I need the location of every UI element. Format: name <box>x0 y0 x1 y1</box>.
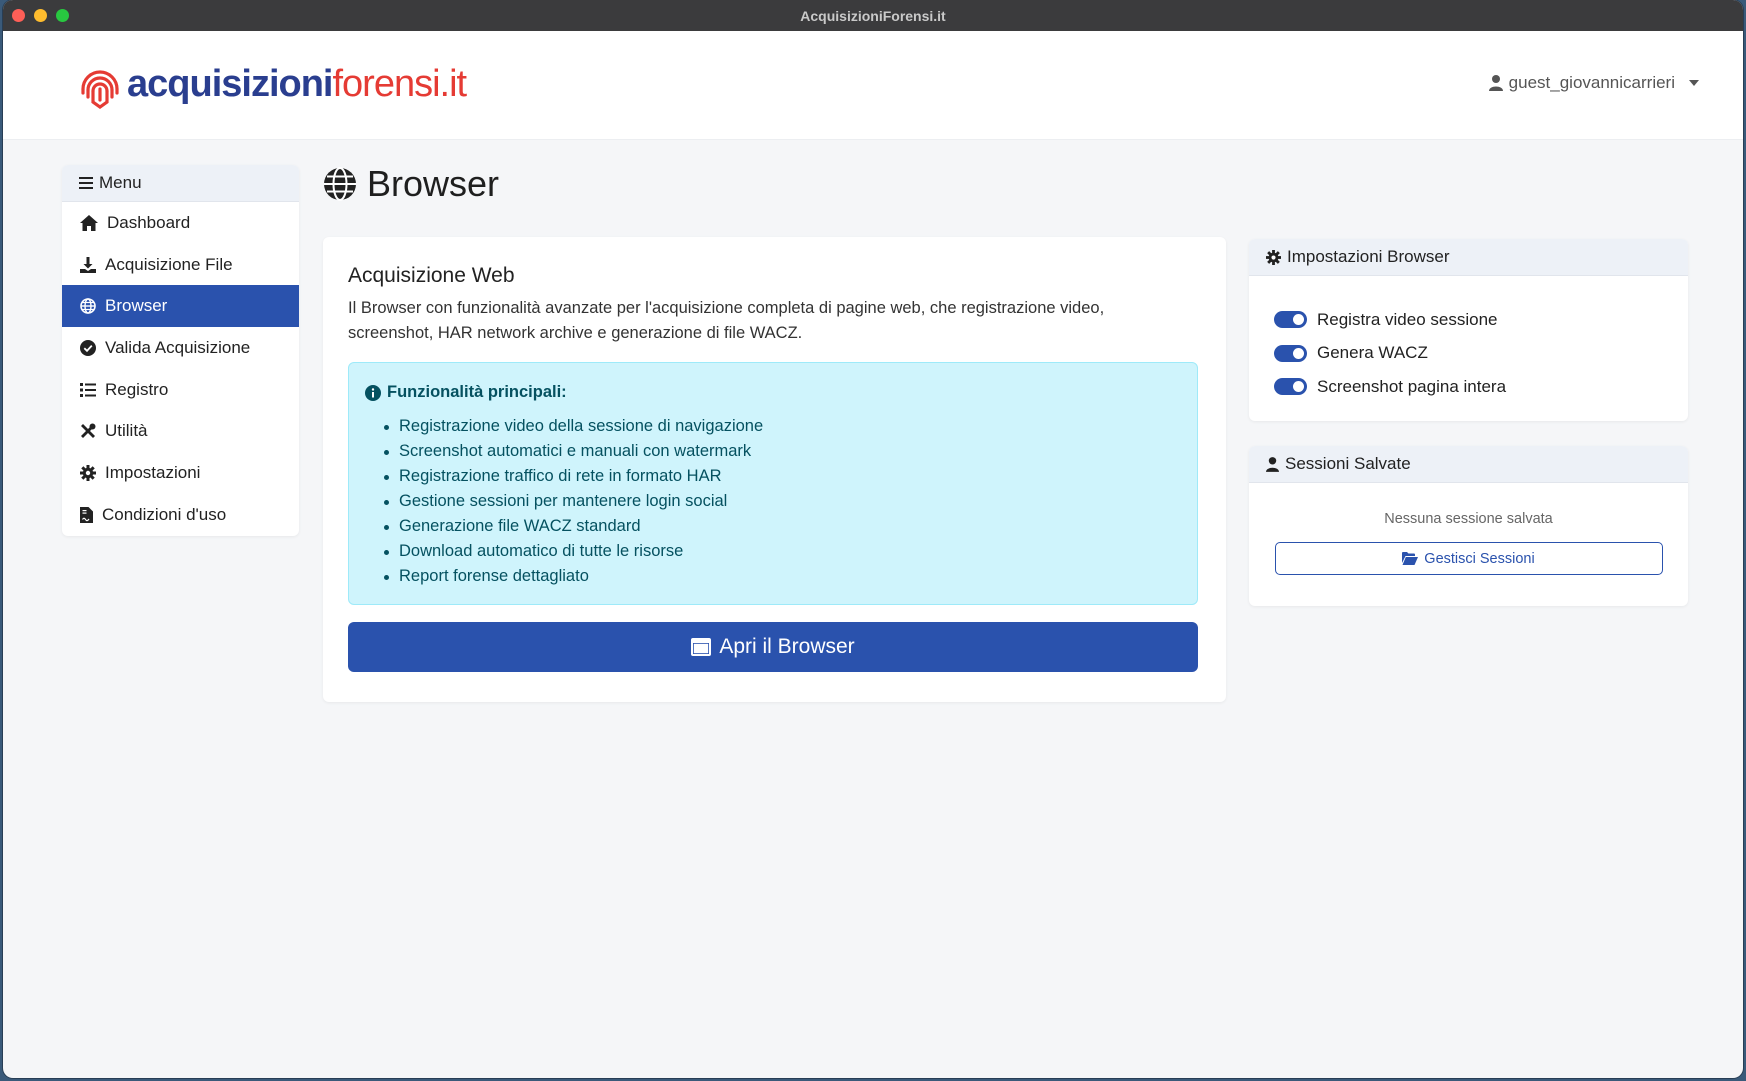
sidebar-item-condizioni-uso[interactable]: Condizioni d'uso <box>62 494 299 536</box>
gear-icon <box>1266 249 1281 265</box>
brand-name: acquisizioniforensi.it <box>127 63 467 105</box>
toggle-switch-wacz[interactable] <box>1274 344 1307 362</box>
sidebar-item-registro[interactable]: Registro <box>62 369 299 411</box>
window-title: AcquisizioniForensi.it <box>800 7 946 24</box>
features-info-box: Funzionalità principali: Registrazione v… <box>348 362 1198 605</box>
tools-icon <box>81 423 96 439</box>
home-icon <box>80 214 98 231</box>
folder-open-icon <box>1402 552 1419 565</box>
card-header: Impostazioni Browser <box>1249 239 1688 276</box>
web-acquisition-card: Acquisizione Web Il Browser con funziona… <box>323 237 1226 702</box>
maximize-window-button[interactable] <box>56 9 69 22</box>
manage-sessions-button[interactable]: Gestisci Sessioni <box>1274 542 1663 575</box>
toggle-label: Registra video sessione <box>1317 309 1498 329</box>
fingerprint-logo-icon <box>81 70 119 109</box>
manage-sessions-label: Gestisci Sessioni <box>1424 550 1535 567</box>
page-title-text: Browser <box>367 163 500 204</box>
list-item: Gestione sessioni per mantenere login so… <box>384 489 1181 514</box>
gear-icon <box>80 464 96 481</box>
title-bar: AcquisizioniForensi.it <box>3 0 1743 31</box>
browser-settings-card: Impostazioni Browser Registra video sess… <box>1249 239 1688 421</box>
toggle-label: Screenshot pagina intera <box>1317 376 1507 396</box>
settings-toggles: Registra video sessione Genera WACZ Scre… <box>1249 276 1688 404</box>
brand-name-part2: forensi.it <box>332 63 467 105</box>
globe-icon <box>80 298 96 315</box>
globe-icon <box>324 167 356 201</box>
toggle-switch-video[interactable] <box>1274 311 1307 329</box>
info-circle-icon <box>365 384 381 401</box>
empty-sessions-text: Nessuna sessione salvata <box>1384 511 1553 527</box>
toggle-switch-screenshot[interactable] <box>1274 378 1307 396</box>
sidebar-item-label: Utilità <box>105 421 148 441</box>
card-heading: Acquisizione Web <box>348 264 515 287</box>
saved-sessions-card: Sessioni Salvate Nessuna sessione salvat… <box>1249 446 1688 606</box>
sidebar-item-label: Valida Acquisizione <box>105 337 251 357</box>
sidebar: Menu Dashboard Acquisizione File Browser… <box>62 165 299 536</box>
sidebar-item-label: Acquisizione File <box>105 254 233 274</box>
window-icon <box>691 638 712 656</box>
sidebar-item-dashboard[interactable]: Dashboard <box>62 202 299 244</box>
download-icon <box>80 256 96 273</box>
list-item: Report forense dettagliato <box>384 564 1181 589</box>
open-browser-button[interactable]: Apri il Browser <box>348 622 1198 672</box>
brand-name-part1: acquisizioni <box>127 63 333 105</box>
card-title: Impostazioni Browser <box>1287 247 1450 266</box>
list-item: Download automatico di tutte le risorse <box>384 539 1181 564</box>
top-navbar: acquisizioniforensi.it guest_giovannicar… <box>3 31 1743 140</box>
chevron-down-icon <box>1689 80 1699 86</box>
menu-icon <box>79 177 93 189</box>
sidebar-item-label: Condizioni d'uso <box>102 504 227 524</box>
sidebar-title: Menu <box>99 173 142 192</box>
list-item: Screenshot automatici e manuali con wate… <box>384 439 1181 464</box>
check-circle-icon <box>80 339 96 356</box>
features-heading: Funzionalità principali: <box>365 383 1181 402</box>
card-description: Il Browser con funzionalità avanzate per… <box>348 299 1105 342</box>
list-item: Registrazione video della sessione di na… <box>384 414 1181 439</box>
card-title: Sessioni Salvate <box>1285 454 1411 473</box>
sidebar-item-impostazioni[interactable]: Impostazioni <box>62 452 299 494</box>
user-icon <box>1488 75 1503 91</box>
sidebar-item-acquisizione-file[interactable]: Acquisizione File <box>62 244 299 286</box>
file-contract-icon <box>80 506 93 523</box>
brand-logo[interactable]: acquisizioniforensi.it <box>77 59 467 109</box>
app-window: AcquisizioniForensi.it acquisizioniforen… <box>3 0 1743 1078</box>
sidebar-item-label: Browser <box>105 296 168 316</box>
sidebar-header: Menu <box>62 165 299 202</box>
list-item: Registrazione traffico di rete in format… <box>384 464 1181 489</box>
window-controls <box>12 9 69 22</box>
sidebar-item-label: Dashboard <box>107 212 191 232</box>
features-title: Funzionalità principali: <box>387 383 567 401</box>
card-header: Sessioni Salvate <box>1249 446 1688 483</box>
minimize-window-button[interactable] <box>34 9 47 22</box>
user-dropdown[interactable]: guest_giovannicarrieri <box>1488 73 1699 93</box>
list-icon <box>80 382 96 397</box>
list-item: Generazione file WACZ standard <box>384 514 1181 539</box>
user-name: guest_giovannicarrieri <box>1508 73 1675 92</box>
toggle-row-wacz: Genera WACZ <box>1274 337 1663 371</box>
toggle-row-screenshot: Screenshot pagina intera <box>1274 370 1663 404</box>
toggle-label: Genera WACZ <box>1317 343 1428 363</box>
sidebar-item-label: Impostazioni <box>105 462 201 482</box>
page-title: Browser <box>323 163 499 205</box>
open-browser-label: Apri il Browser <box>719 635 855 658</box>
sidebar-item-valida-acquisizione[interactable]: Valida Acquisizione <box>62 327 299 369</box>
close-window-button[interactable] <box>12 9 25 22</box>
features-list: Registrazione video della sessione di na… <box>365 414 1181 589</box>
sidebar-item-browser[interactable]: Browser <box>62 285 299 328</box>
toggle-row-video: Registra video sessione <box>1274 303 1663 337</box>
user-icon <box>1266 456 1279 472</box>
sidebar-item-label: Registro <box>105 379 169 399</box>
sidebar-item-utilita[interactable]: Utilità <box>62 410 299 452</box>
